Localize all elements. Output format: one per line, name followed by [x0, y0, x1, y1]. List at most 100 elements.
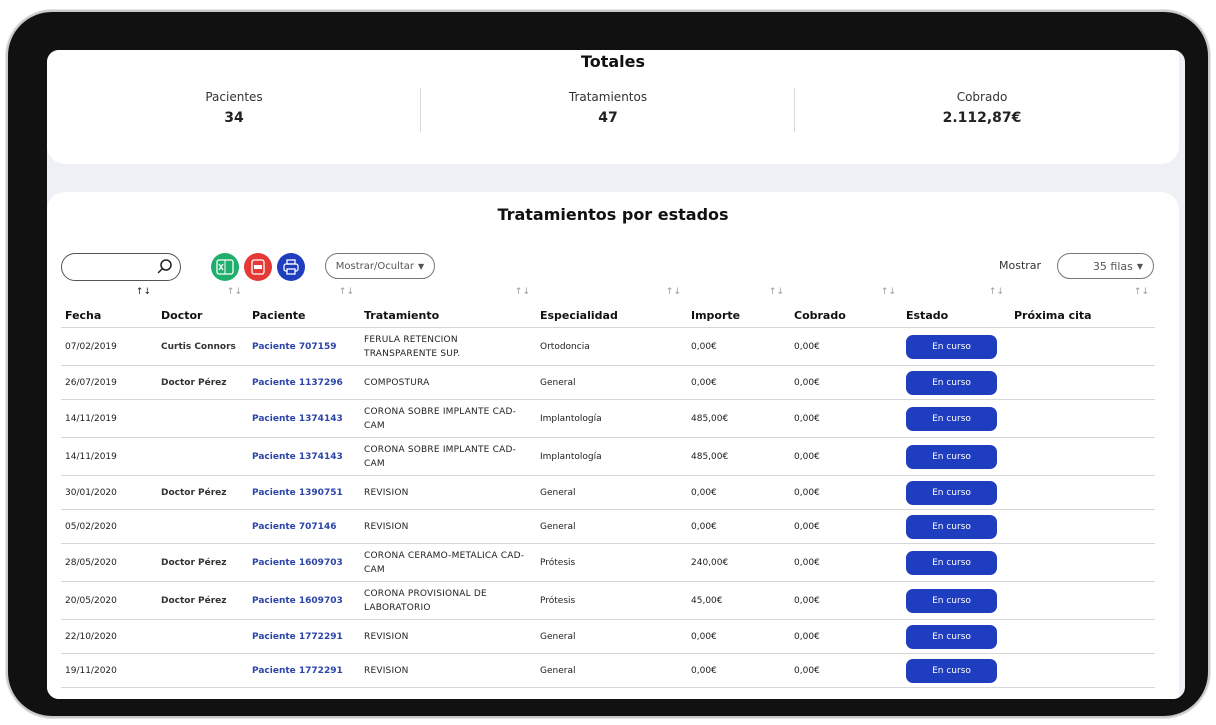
table-row: 14/11/2019 Paciente 1374143 CORONA SOBRE…: [61, 399, 1155, 438]
cell-doctor: Doctor Pérez: [157, 543, 248, 582]
cell-patient-link[interactable]: Paciente 707159: [248, 327, 360, 366]
toggle-columns-dropdown[interactable]: Mostrar/Ocultar ▼: [325, 253, 435, 279]
table-row: 20/05/2020 Doctor Pérez Paciente 1609703…: [61, 581, 1155, 620]
cell-patient-link[interactable]: Paciente 707146: [248, 509, 360, 544]
excel-icon: [216, 259, 234, 275]
table-row: 14/11/2019 Paciente 1374143 CORONA SOBRE…: [61, 437, 1155, 476]
cell-treatment: CORONA PROVISIONAL DE LABORATORIO: [360, 581, 536, 620]
cell-treatment: REVISION: [360, 509, 536, 544]
state-button[interactable]: En curso: [906, 514, 997, 539]
sort-icon[interactable]: ↑↓: [339, 287, 354, 297]
cell-doctor: [157, 437, 248, 476]
column-header[interactable]: Especialidad ↑↓: [536, 287, 687, 328]
export-pdf-button[interactable]: [244, 253, 272, 281]
cell-next-appointment: [1010, 543, 1155, 582]
state-button[interactable]: En curso: [906, 550, 997, 575]
rows-per-page-select[interactable]: 35 filas ▼: [1057, 253, 1154, 279]
cell-fecha: 22/10/2020: [61, 619, 157, 654]
search-input[interactable]: [61, 253, 181, 281]
column-header[interactable]: Próxima cita ↑↓: [1010, 287, 1155, 328]
cell-collected: 0,00€: [790, 509, 902, 544]
cell-next-appointment: [1010, 437, 1155, 476]
sort-icon[interactable]: ↑↓: [515, 287, 530, 297]
search-icon[interactable]: [156, 258, 174, 276]
column-header[interactable]: Estado ↑↓: [902, 287, 1010, 328]
stat-label: Pacientes: [205, 90, 263, 104]
cell-treatment: REVISION: [360, 619, 536, 654]
state-button[interactable]: En curso: [906, 480, 997, 505]
cell-state: En curso: [902, 581, 1010, 620]
cell-next-appointment: [1010, 399, 1155, 438]
sort-icon[interactable]: ↑↓: [989, 287, 1004, 297]
cell-fecha: 19/11/2020: [61, 653, 157, 688]
cell-fecha: 14/11/2019: [61, 437, 157, 476]
cell-fecha: 05/02/2020: [61, 509, 157, 544]
cell-doctor: Curtis Connors: [157, 327, 248, 366]
export-excel-button[interactable]: [211, 253, 239, 281]
table-row: 05/02/2020 Paciente 707146 REVISION Gene…: [61, 509, 1155, 544]
cell-patient-link[interactable]: Paciente 1772291: [248, 619, 360, 654]
stat-collected: Cobrado 2.112,87€: [795, 90, 1169, 126]
sort-icon[interactable]: ↑↓: [227, 287, 242, 297]
treatments-table: Fecha ↑↓ Doctor ↑↓ Paciente ↑↓ Tratamiento ↑…: [61, 287, 1155, 688]
cell-collected: 0,00€: [790, 543, 902, 582]
state-button[interactable]: En curso: [906, 334, 997, 359]
state-button[interactable]: En curso: [906, 370, 997, 395]
cell-state: En curso: [902, 475, 1010, 510]
state-button[interactable]: En curso: [906, 658, 997, 683]
sort-icon[interactable]: ↑↓: [769, 287, 784, 297]
column-header[interactable]: Fecha ↑↓: [61, 287, 157, 328]
chevron-down-icon: ▼: [1136, 261, 1143, 271]
cell-amount: 0,00€: [687, 475, 790, 510]
cell-state: En curso: [902, 543, 1010, 582]
cell-patient-link[interactable]: Paciente 1374143: [248, 399, 360, 438]
state-button[interactable]: En curso: [906, 624, 997, 649]
column-header[interactable]: Paciente ↑↓: [248, 287, 360, 328]
column-header[interactable]: Cobrado ↑↓: [790, 287, 902, 328]
cell-amount: 0,00€: [687, 619, 790, 654]
table-row: 07/02/2019 Curtis Connors Paciente 70715…: [61, 327, 1155, 366]
state-button[interactable]: En curso: [906, 588, 997, 613]
chevron-down-icon: ▼: [418, 261, 425, 271]
print-button[interactable]: [277, 253, 305, 281]
cell-doctor: Doctor Pérez: [157, 475, 248, 510]
cell-next-appointment: [1010, 619, 1155, 654]
cell-next-appointment: [1010, 365, 1155, 400]
state-button[interactable]: En curso: [906, 444, 997, 469]
sort-icon[interactable]: ↑↓: [1134, 287, 1149, 297]
cell-patient-link[interactable]: Paciente 1772291: [248, 653, 360, 688]
column-header[interactable]: Tratamiento ↑↓: [360, 287, 536, 328]
cell-treatment: REVISION: [360, 475, 536, 510]
sort-icon[interactable]: ↑↓: [666, 287, 681, 297]
cell-patient-link[interactable]: Paciente 1609703: [248, 543, 360, 582]
cell-doctor: [157, 619, 248, 654]
cell-amount: 485,00€: [687, 399, 790, 438]
cell-specialty: General: [536, 619, 687, 654]
cell-treatment: CORONA CERAMO-METALICA CAD-CAM: [360, 543, 536, 582]
table-row: 30/01/2020 Doctor Pérez Paciente 1390751…: [61, 475, 1155, 510]
stat-label: Tratamientos: [568, 90, 648, 104]
state-button[interactable]: En curso: [906, 406, 997, 431]
cell-fecha: 07/02/2019: [61, 327, 157, 366]
sort-icon[interactable]: ↑↓: [881, 287, 896, 297]
column-header[interactable]: Doctor ↑↓: [157, 287, 248, 328]
cell-collected: 0,00€: [790, 653, 902, 688]
cell-state: En curso: [902, 327, 1010, 366]
table-row: 26/07/2019 Doctor Pérez Paciente 1137296…: [61, 365, 1155, 400]
cell-specialty: General: [536, 509, 687, 544]
cell-doctor: Doctor Pérez: [157, 365, 248, 400]
column-header[interactable]: Importe ↑↓: [687, 287, 790, 328]
table-row: 28/05/2020 Doctor Pérez Paciente 1609703…: [61, 543, 1155, 582]
table-row: 22/10/2020 Paciente 1772291 REVISION Gen…: [61, 619, 1155, 654]
cell-patient-link[interactable]: Paciente 1137296: [248, 365, 360, 400]
totals-card: Totales Pacientes 34 Tratamientos 47 Cob…: [47, 50, 1179, 164]
section-title: Tratamientos por estados: [497, 205, 729, 224]
cell-next-appointment: [1010, 581, 1155, 620]
cell-patient-link[interactable]: Paciente 1374143: [248, 437, 360, 476]
cell-patient-link[interactable]: Paciente 1609703: [248, 581, 360, 620]
cell-treatment: CORONA SOBRE IMPLANTE CAD-CAM: [360, 437, 536, 476]
cell-patient-link[interactable]: Paciente 1390751: [248, 475, 360, 510]
sort-icon[interactable]: ↑↓: [136, 287, 151, 297]
cell-state: En curso: [902, 509, 1010, 544]
cell-state: En curso: [902, 437, 1010, 476]
